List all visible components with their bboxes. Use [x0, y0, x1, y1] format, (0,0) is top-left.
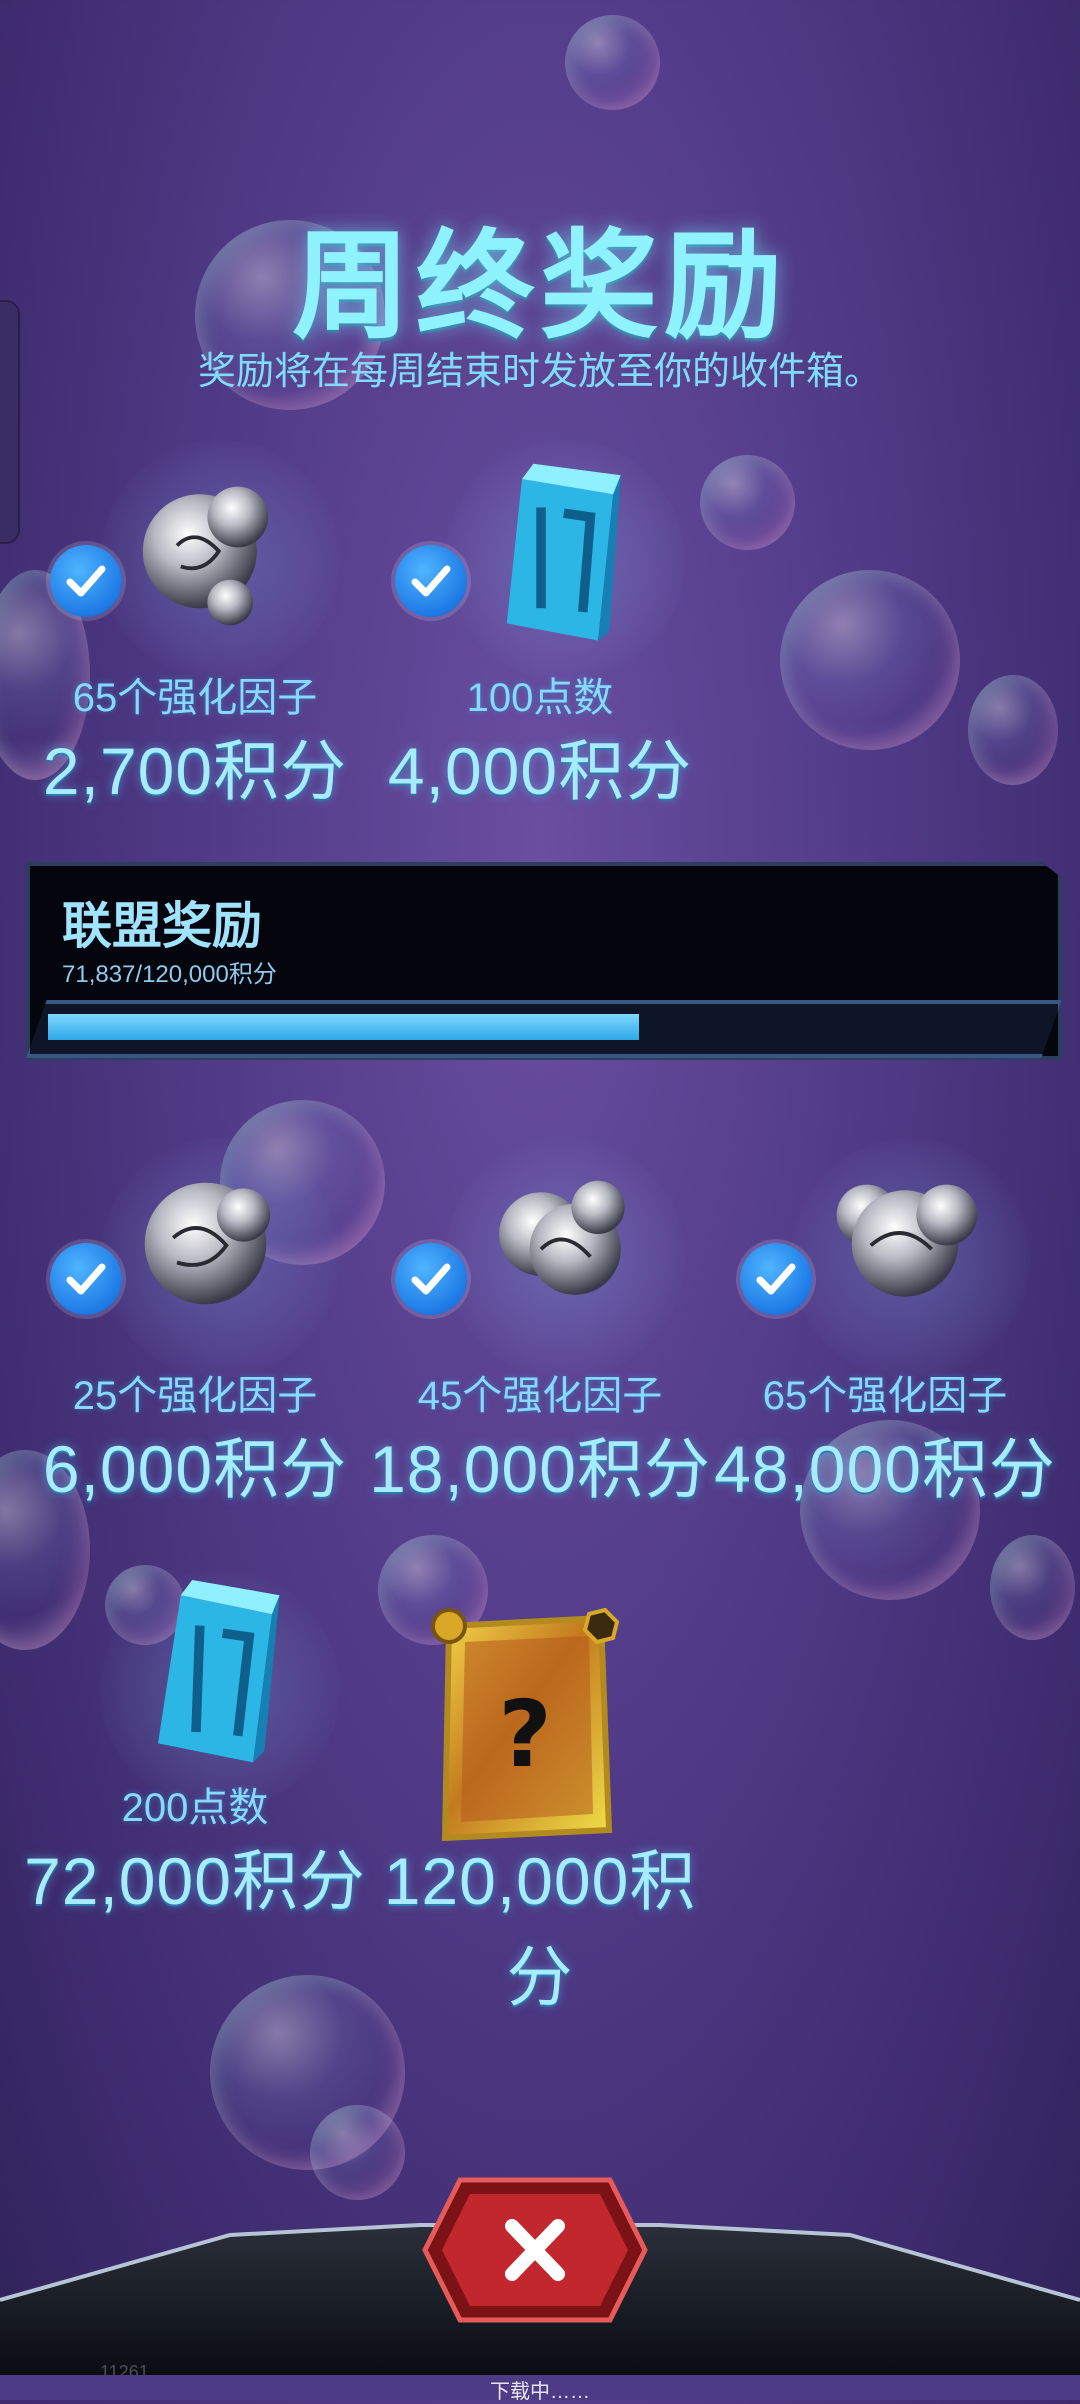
alliance-progress-bar: [26, 1000, 1062, 1058]
svg-text:?: ?: [498, 1681, 551, 1788]
reward-points: 72,000积分: [24, 1844, 366, 1918]
claimed-check-icon: [395, 545, 467, 617]
claimed-check-icon: [50, 1243, 122, 1315]
blue-crystal-icon: [506, 463, 621, 641]
close-button[interactable]: [420, 2170, 650, 2330]
reward-name: 25个强化因子: [72, 1374, 318, 1418]
reward-name: 65个强化因子: [762, 1374, 1008, 1418]
reward-item: 100点数 4,000积分: [375, 440, 705, 870]
alliance-progress-panel: 联盟奖励 71,837/120,000积分: [26, 862, 1062, 1060]
alloy-orb-icon: [499, 1180, 625, 1295]
download-status: 下载中……: [0, 2375, 1080, 2403]
bubble-decoration: [700, 455, 795, 550]
alloy-orb-icon: [142, 486, 269, 626]
bubble-decoration: [968, 675, 1058, 785]
bubble-decoration: [780, 570, 960, 750]
claimed-check-icon: [740, 1243, 812, 1315]
alliance-label: 联盟奖励: [62, 898, 262, 954]
page-subtitle: 奖励将在每周结束时发放至你的收件箱。: [197, 351, 882, 393]
reward-item: 45个强化因子 18,000积分: [369, 1138, 710, 1568]
reward-item: 65个强化因子 2,700积分: [30, 440, 360, 870]
reward-points: 18,000积分: [369, 1432, 711, 1506]
bubble-decoration: [565, 15, 660, 110]
reward-item: 高 之体 120,000积分 ?: [375, 1580, 705, 2014]
claimed-check-icon: [50, 545, 122, 617]
page-title: 周终奖励: [291, 221, 788, 353]
reward-item: 25个强化因子 6,000积分: [30, 1138, 360, 1568]
blue-crystal-icon: [158, 1580, 280, 1763]
reward-points: 4,000积分: [387, 734, 693, 808]
mystery-card-icon: ?: [431, 1607, 620, 1842]
reward-name: 200点数: [121, 1786, 269, 1830]
reward-name: 65个强化因子: [72, 676, 318, 720]
reward-name: 45个强化因子: [417, 1374, 663, 1418]
alloy-orb-icon: [144, 1182, 271, 1305]
reward-points: 6,000积分: [42, 1432, 348, 1506]
reward-item: 65个强化因子 48,000积分: [714, 1138, 1055, 1568]
reward-name: 100点数: [466, 676, 614, 720]
alloy-orb-icon: [836, 1184, 978, 1297]
bubble-decoration: [310, 2105, 405, 2200]
reward-points: 48,000积分: [714, 1432, 1056, 1506]
claimed-check-icon: [395, 1243, 467, 1315]
reward-item: 200点数 72,000积分: [24, 1570, 365, 2000]
alliance-progress-fill: [48, 1014, 639, 1040]
reward-points: 2,700积分: [42, 734, 348, 808]
alliance-progress-text: 71,837/120,000积分: [62, 961, 277, 988]
